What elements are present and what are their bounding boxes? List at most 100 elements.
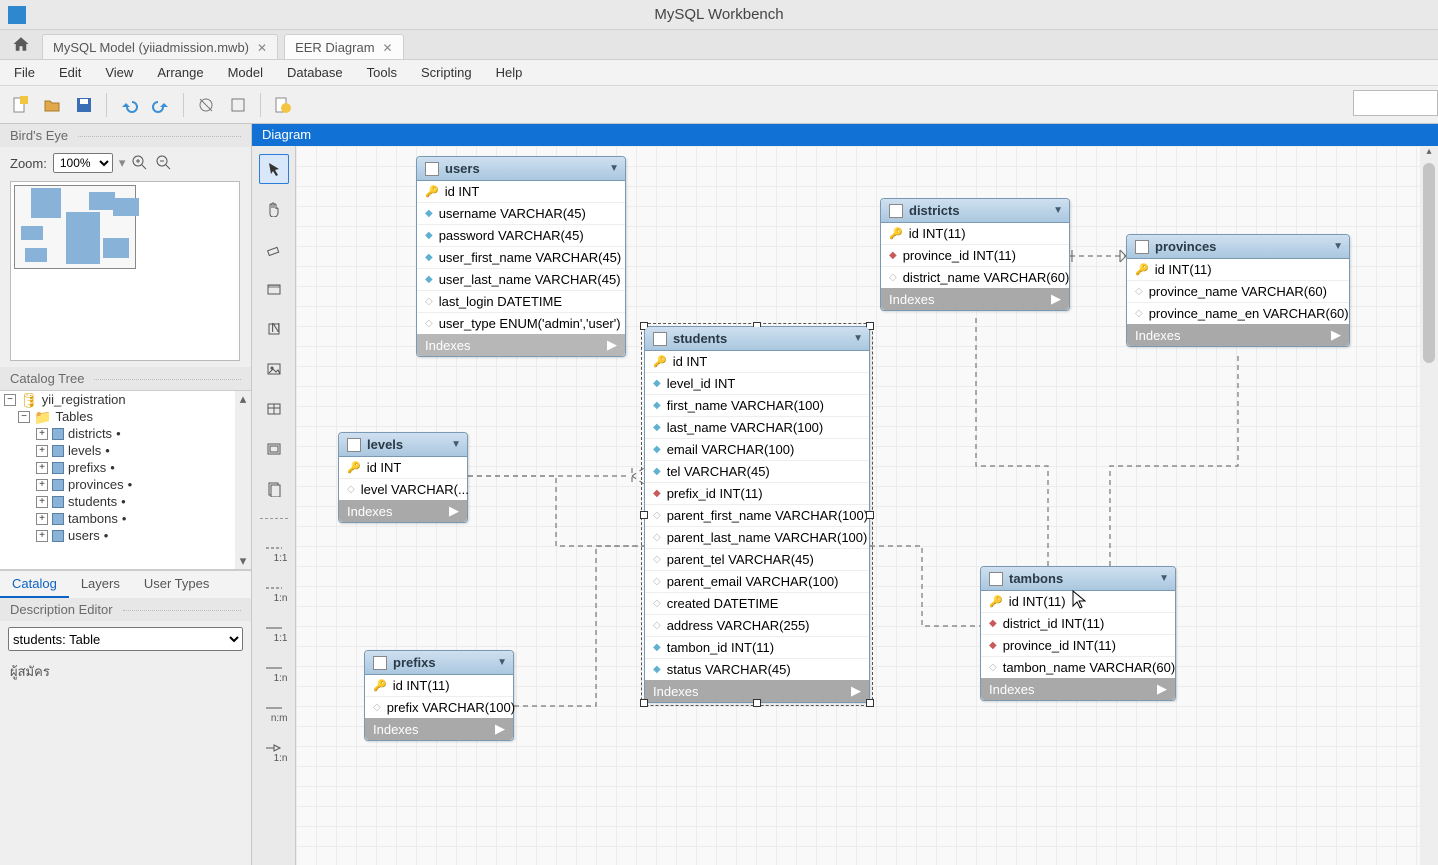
resize-handle[interactable]: [753, 699, 761, 707]
toolbar-search-input[interactable]: [1353, 90, 1438, 116]
tree-item-tambons[interactable]: tambons: [68, 511, 118, 526]
zoom-select[interactable]: 100%: [53, 153, 113, 173]
relation-1-1-tool[interactable]: 1:1: [259, 613, 289, 643]
relation-1-n-non-tool[interactable]: 1:n: [259, 573, 289, 603]
menu-edit[interactable]: Edit: [49, 62, 91, 83]
description-object-select[interactable]: students: Table: [8, 627, 243, 651]
entity-tambons[interactable]: tambons ▼ 🔑id INT(11) ◆district_id INT(1…: [980, 566, 1176, 701]
entity-students[interactable]: students ▼ 🔑id INT ◆level_id INT ◆first_…: [644, 326, 870, 703]
zoom-out-icon[interactable]: [155, 154, 173, 172]
tab-diagram[interactable]: EER Diagram ✕: [284, 34, 404, 59]
collapse-icon[interactable]: ▼: [1053, 205, 1063, 216]
tree-toggle-icon[interactable]: +: [36, 530, 48, 542]
entity-districts[interactable]: districts ▼ 🔑id INT(11) ◆province_id INT…: [880, 198, 1070, 311]
hand-tool-icon[interactable]: [259, 194, 289, 224]
tree-item-levels[interactable]: levels: [68, 443, 101, 458]
entity-provinces[interactable]: provinces ▼ 🔑id INT(11) ◇province_name V…: [1126, 234, 1350, 347]
save-icon[interactable]: [70, 91, 98, 119]
new-file-icon[interactable]: [6, 91, 34, 119]
canvas-vertical-scrollbar[interactable]: ▴: [1420, 146, 1438, 865]
view-tool-icon[interactable]: [259, 434, 289, 464]
entity-header[interactable]: students ▼: [645, 327, 869, 351]
tree-item-prefixs[interactable]: prefixs: [68, 460, 106, 475]
menu-model[interactable]: Model: [218, 62, 273, 83]
close-icon[interactable]: ✕: [257, 41, 267, 55]
tree-item-provinces[interactable]: provinces: [68, 477, 124, 492]
entity-header[interactable]: tambons ▼: [981, 567, 1175, 591]
align-icon[interactable]: [224, 91, 252, 119]
entity-indexes[interactable]: Indexes▶: [339, 500, 467, 522]
catalog-tree[interactable]: ▴▾ −🛢yii_registration −📁Tables +district…: [0, 390, 251, 570]
tree-item-users[interactable]: users: [68, 528, 100, 543]
validate-icon[interactable]: [269, 91, 297, 119]
table-tool-icon[interactable]: [259, 394, 289, 424]
eraser-tool-icon[interactable]: [259, 234, 289, 264]
menu-scripting[interactable]: Scripting: [411, 62, 482, 83]
tab-model[interactable]: MySQL Model (yiiadmission.mwb) ✕: [42, 34, 278, 59]
collapse-icon[interactable]: ▼: [1159, 573, 1169, 584]
tree-item-districts[interactable]: districts: [68, 426, 112, 441]
home-icon[interactable]: [10, 33, 32, 55]
tree-toggle-icon[interactable]: +: [36, 462, 48, 474]
relation-1-1-non-tool[interactable]: 1:1: [259, 533, 289, 563]
layer-tool-icon[interactable]: [259, 274, 289, 304]
entity-levels[interactable]: levels ▼ 🔑id INT ◇level VARCHAR(... Inde…: [338, 432, 468, 523]
collapse-icon[interactable]: ▼: [497, 657, 507, 668]
open-file-icon[interactable]: [38, 91, 66, 119]
tree-toggle-icon[interactable]: +: [36, 496, 48, 508]
tree-tables-label[interactable]: Tables: [55, 409, 93, 424]
entity-users[interactable]: users ▼ 🔑id INT ◆username VARCHAR(45) ◆p…: [416, 156, 626, 357]
routine-tool-icon[interactable]: [259, 474, 289, 504]
undo-icon[interactable]: [115, 91, 143, 119]
tree-toggle-icon[interactable]: −: [18, 411, 30, 423]
menu-help[interactable]: Help: [486, 62, 533, 83]
menu-arrange[interactable]: Arrange: [147, 62, 213, 83]
entity-header[interactable]: prefixs ▼: [365, 651, 513, 675]
entity-header[interactable]: provinces ▼: [1127, 235, 1349, 259]
entity-header[interactable]: districts ▼: [881, 199, 1069, 223]
catalog-tab-layers[interactable]: Layers: [69, 571, 132, 598]
catalog-tab-usertypes[interactable]: User Types: [132, 571, 222, 598]
entity-indexes[interactable]: Indexes▶: [881, 288, 1069, 310]
menu-tools[interactable]: Tools: [357, 62, 407, 83]
diagram-canvas[interactable]: users ▼ 🔑id INT ◆username VARCHAR(45) ◆p…: [296, 146, 1420, 865]
resize-handle[interactable]: [640, 511, 648, 519]
collapse-icon[interactable]: ▼: [853, 333, 863, 344]
tree-toggle-icon[interactable]: −: [4, 394, 16, 406]
scroll-up-icon[interactable]: ▴: [1426, 146, 1431, 157]
note-tool-icon[interactable]: N: [259, 314, 289, 344]
birdseye-preview[interactable]: [10, 181, 240, 361]
entity-indexes[interactable]: Indexes▶: [417, 334, 625, 356]
grid-toggle-icon[interactable]: [192, 91, 220, 119]
collapse-icon[interactable]: ▼: [451, 439, 461, 450]
relation-1-n-tool[interactable]: 1:n: [259, 653, 289, 683]
tree-toggle-icon[interactable]: +: [36, 513, 48, 525]
collapse-icon[interactable]: ▼: [609, 163, 619, 174]
resize-handle[interactable]: [640, 699, 648, 707]
resize-handle[interactable]: [866, 699, 874, 707]
menu-file[interactable]: File: [4, 62, 45, 83]
entity-indexes[interactable]: Indexes▶: [981, 678, 1175, 700]
tree-item-students[interactable]: students: [68, 494, 117, 509]
redo-icon[interactable]: [147, 91, 175, 119]
zoom-dropdown-icon[interactable]: ▾: [119, 155, 126, 171]
zoom-in-icon[interactable]: [131, 154, 149, 172]
description-text[interactable]: ผู้สมัคร: [0, 657, 251, 686]
relation-1-n-pick-tool[interactable]: 1:n: [259, 733, 289, 763]
scroll-thumb[interactable]: [1423, 163, 1435, 363]
tree-schema-label[interactable]: yii_registration: [42, 392, 126, 407]
menu-view[interactable]: View: [95, 62, 143, 83]
tree-toggle-icon[interactable]: +: [36, 479, 48, 491]
entity-indexes[interactable]: Indexes▶: [1127, 324, 1349, 346]
pointer-tool-icon[interactable]: [259, 154, 289, 184]
catalog-tab-catalog[interactable]: Catalog: [0, 571, 69, 598]
entity-header[interactable]: levels ▼: [339, 433, 467, 457]
menu-database[interactable]: Database: [277, 62, 353, 83]
entity-indexes[interactable]: Indexes▶: [365, 718, 513, 740]
resize-handle[interactable]: [866, 511, 874, 519]
relation-n-m-tool[interactable]: n:m: [259, 693, 289, 723]
entity-header[interactable]: users ▼: [417, 157, 625, 181]
close-icon[interactable]: ✕: [383, 41, 393, 55]
image-tool-icon[interactable]: [259, 354, 289, 384]
collapse-icon[interactable]: ▼: [1333, 241, 1343, 252]
